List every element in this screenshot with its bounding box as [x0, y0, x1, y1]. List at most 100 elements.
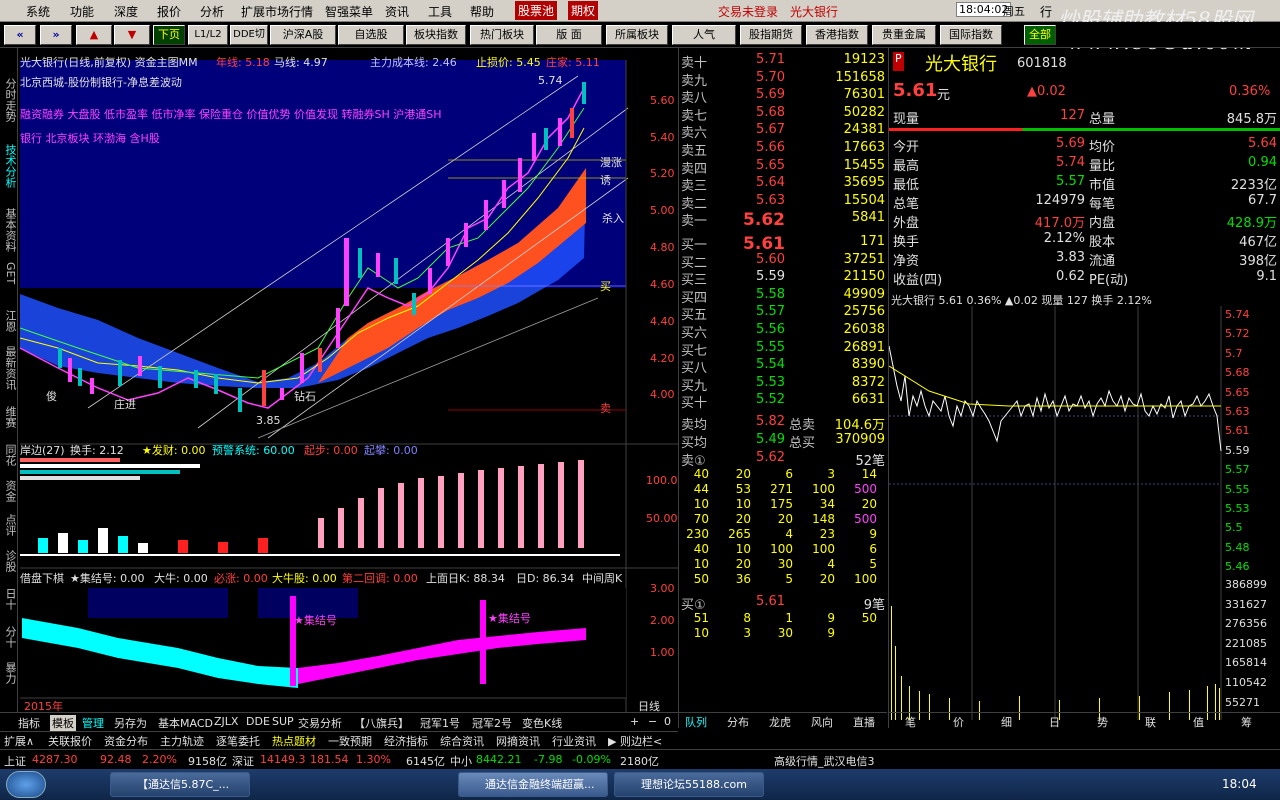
side-tab-min10[interactable]: 分十	[2, 626, 17, 648]
next-next-icon[interactable]: »	[40, 25, 72, 45]
tab-champion-1[interactable]: 冠军1号	[420, 715, 460, 731]
menu-ext-market[interactable]: 扩展市场行情	[241, 3, 313, 20]
orderbook-tab[interactable]: 直播	[853, 714, 875, 730]
next-page-button[interactable]: 下页	[153, 25, 185, 45]
menu-system[interactable]: 系统	[26, 3, 50, 20]
tab-save-as[interactable]: 另存为	[114, 715, 147, 731]
task-forum[interactable]: 理想论坛55188.com	[614, 772, 764, 797]
side-tab-get[interactable]: GET	[2, 262, 17, 284]
intraday-price-tick: 5.5	[1225, 521, 1243, 535]
tab-dde[interactable]: DDE	[246, 715, 270, 728]
menu-quote[interactable]: 报价	[157, 3, 181, 20]
quote-tab[interactable]: 筹	[1241, 714, 1252, 730]
quote-tab[interactable]: 笔	[905, 714, 916, 730]
side-tab-news[interactable]: 最新资讯	[2, 346, 17, 390]
tab-eight-banners[interactable]: 【八旗兵】	[354, 715, 409, 731]
side-tab-comment[interactable]: 点评	[2, 514, 17, 536]
ext-hot-topic[interactable]: 热点题材	[272, 733, 316, 749]
zoom-in-icon[interactable]: +	[630, 715, 639, 728]
sh-label[interactable]: 上证	[4, 753, 26, 769]
side-tab-weisai[interactable]: 维赛	[2, 406, 17, 428]
menu-info[interactable]: 资讯	[385, 3, 409, 20]
sector-of-button[interactable]: 所属板块	[606, 25, 668, 45]
zero-icon[interactable]: 0	[664, 715, 671, 728]
shsz-a-button[interactable]: 沪深A股	[270, 25, 336, 45]
zoom-out-icon[interactable]: −	[648, 715, 657, 728]
popularity-button[interactable]: 人气	[672, 25, 736, 45]
menu-enhanced[interactable]: 智强菜单	[325, 3, 373, 20]
tab-champion-2[interactable]: 冠军2号	[472, 715, 512, 731]
ext-sidebar[interactable]: ▶ 则边栏<	[608, 733, 662, 749]
hk-index-button[interactable]: 香港指数	[806, 25, 868, 45]
sell-volume: 5841	[851, 210, 885, 226]
ext-economic[interactable]: 经济指标	[384, 733, 428, 749]
up-arrow-icon[interactable]: ▲	[76, 25, 112, 45]
side-tab-intraday[interactable]: 分时走势	[2, 78, 17, 122]
tab-zjlx[interactable]: ZJLX	[214, 715, 238, 728]
zx-label[interactable]: 中小	[450, 753, 472, 769]
menu-more[interactable]: 行	[1040, 3, 1052, 20]
menu-depth[interactable]: 深度	[114, 3, 138, 20]
index-futures-button[interactable]: 股指期货	[740, 25, 802, 45]
queue-cell: 9	[869, 527, 877, 541]
hot-sector-button[interactable]: 热门板块	[470, 25, 534, 45]
ext-related-quote[interactable]: 关联报价	[48, 733, 92, 749]
tab-macd[interactable]: 基本MACD	[158, 715, 213, 731]
menu-help[interactable]: 帮助	[470, 3, 494, 20]
side-tab-basics[interactable]: 基本资料	[2, 208, 17, 252]
side-tab-violent[interactable]: 暴力	[2, 662, 17, 684]
menu-stock-pool[interactable]: 股票池	[515, 1, 558, 20]
side-tab-technical[interactable]: 技术分析	[2, 144, 17, 188]
side-tab-gann[interactable]: 江恩	[2, 310, 17, 332]
task-tdx-2[interactable]: 通达信金融终端超赢...	[458, 772, 608, 797]
menu-tools[interactable]: 工具	[428, 3, 452, 20]
ext-industry-news[interactable]: 行业资讯	[552, 733, 596, 749]
ext-fund-dist[interactable]: 资金分布	[104, 733, 148, 749]
quote-tab[interactable]: 价	[953, 714, 964, 730]
orderbook-tab[interactable]: 队列	[685, 714, 707, 730]
ext-general-news[interactable]: 综合资讯	[440, 733, 484, 749]
quote-tab[interactable]: 细	[1001, 714, 1012, 730]
watchlist-button[interactable]: 自选股	[338, 25, 404, 45]
ext-tick-order[interactable]: 逐笔委托	[216, 733, 260, 749]
sz-label[interactable]: 深证	[232, 753, 254, 769]
orderbook-tab[interactable]: 分布	[727, 714, 749, 730]
ext-web-news[interactable]: 网摘资讯	[496, 733, 540, 749]
intl-index-button[interactable]: 国际指数	[940, 25, 1002, 45]
task-tdx-1[interactable]: 【通达信5.87C_...	[110, 772, 250, 797]
menu-options[interactable]: 期权	[568, 1, 599, 20]
orderbook-tab[interactable]: 风向	[811, 714, 833, 730]
side-tab-tonghua[interactable]: 同花	[2, 444, 17, 466]
down-arrow-icon[interactable]: ▼	[114, 25, 150, 45]
side-tab-funds[interactable]: 资金	[2, 480, 17, 502]
quote-tab[interactable]: 势	[1097, 714, 1108, 730]
prev-prev-icon[interactable]: «	[4, 25, 36, 45]
tab-indicator[interactable]: 指标	[18, 715, 40, 731]
tab-color-kline[interactable]: 变色K线	[522, 715, 562, 731]
ext-main-track[interactable]: 主力轨迹	[160, 733, 204, 749]
l1l2-button[interactable]: L1/L2	[188, 25, 228, 45]
kline-chart-area[interactable]: 光大银行(日线,前复权) 资金主图MM 年线: 5.18 马线: 4.97 主力…	[18, 48, 678, 728]
all-button[interactable]: 全部	[1024, 25, 1056, 45]
start-button-icon[interactable]	[6, 771, 46, 798]
quote-tab[interactable]: 值	[1193, 714, 1204, 730]
side-tab-diagnose[interactable]: 诊股	[2, 550, 17, 572]
buy-price: 5.52	[756, 392, 785, 408]
tab-template[interactable]: 模板	[50, 715, 76, 731]
quote-tab[interactable]: 日	[1049, 714, 1060, 730]
tab-sup[interactable]: SUP	[272, 715, 294, 728]
quote-tab[interactable]: 联	[1145, 714, 1156, 730]
ext-consensus[interactable]: 一致预期	[328, 733, 372, 749]
side-tab-day10[interactable]: 日十	[2, 588, 17, 610]
menu-analysis[interactable]: 分析	[200, 3, 224, 20]
tab-trade-analysis[interactable]: 交易分析	[298, 715, 342, 731]
menu-function[interactable]: 功能	[70, 3, 94, 20]
sector-index-button[interactable]: 板块指数	[406, 25, 466, 45]
dde-button[interactable]: DDE切	[230, 25, 268, 45]
server-name[interactable]: 高级行情_武汉电信3	[774, 753, 875, 769]
tab-manage[interactable]: 管理	[82, 715, 104, 731]
ext-expand[interactable]: 扩展∧	[4, 733, 34, 749]
orderbook-tab[interactable]: 龙虎	[769, 714, 791, 730]
layout-button[interactable]: 版 面	[536, 25, 602, 45]
precious-metals-button[interactable]: 贵重金属	[872, 25, 936, 45]
